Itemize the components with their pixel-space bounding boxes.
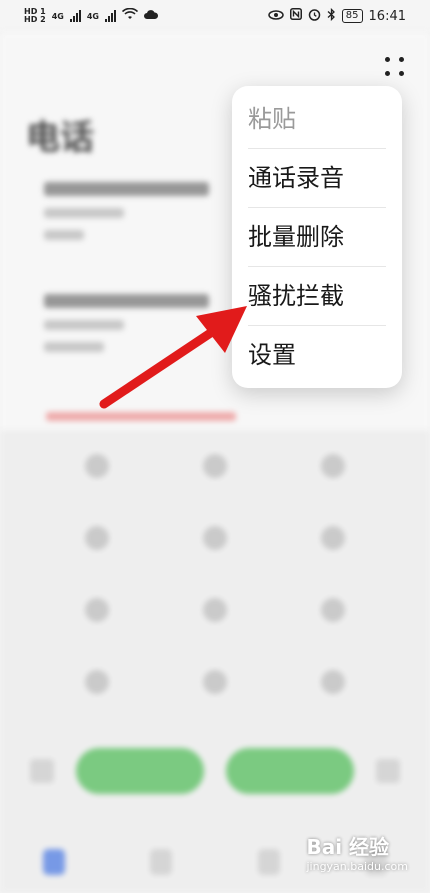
phone-screen: HD 1 HD 2 4G 4G 85 16:41 电话 粘贴 通话录音 批量删除… bbox=[0, 0, 430, 893]
eye-icon bbox=[268, 9, 284, 24]
signal-icon-2 bbox=[104, 10, 116, 22]
network2-label: 4G bbox=[86, 11, 99, 21]
clock-time: 16:41 bbox=[368, 8, 406, 24]
status-right: 85 16:41 bbox=[268, 7, 406, 25]
status-bar: HD 1 HD 2 4G 4G 85 16:41 bbox=[0, 0, 430, 32]
network1-label: 4G bbox=[51, 11, 64, 21]
menu-item-settings[interactable]: 设置 bbox=[248, 326, 386, 384]
menu-item-harassment-block[interactable]: 骚扰拦截 bbox=[248, 267, 386, 326]
wifi-icon bbox=[121, 7, 139, 24]
watermark-sub: jingyan.baidu.com bbox=[306, 860, 408, 873]
menu-item-paste: 粘贴 bbox=[248, 90, 386, 149]
cloud-icon bbox=[143, 9, 158, 24]
menu-item-call-recording[interactable]: 通话录音 bbox=[248, 149, 386, 208]
bluetooth-icon bbox=[327, 7, 336, 25]
menu-item-batch-delete[interactable]: 批量删除 bbox=[248, 208, 386, 267]
overflow-menu: 粘贴 通话录音 批量删除 骚扰拦截 设置 bbox=[232, 86, 402, 388]
watermark-brand: Bai 经验 bbox=[306, 835, 390, 859]
battery-icon: 85 bbox=[341, 9, 363, 23]
status-left: HD 1 HD 2 4G 4G bbox=[24, 8, 158, 24]
more-options-icon[interactable] bbox=[382, 54, 406, 78]
sim2-label: HD 2 bbox=[24, 15, 46, 24]
sim-labels: HD 1 HD 2 bbox=[24, 8, 46, 24]
nfc-icon bbox=[289, 8, 302, 24]
signal-icon-1 bbox=[69, 10, 81, 22]
alarm-icon bbox=[308, 8, 321, 25]
watermark-logo: Bai 经验 jingyan.baidu.com bbox=[306, 831, 408, 873]
